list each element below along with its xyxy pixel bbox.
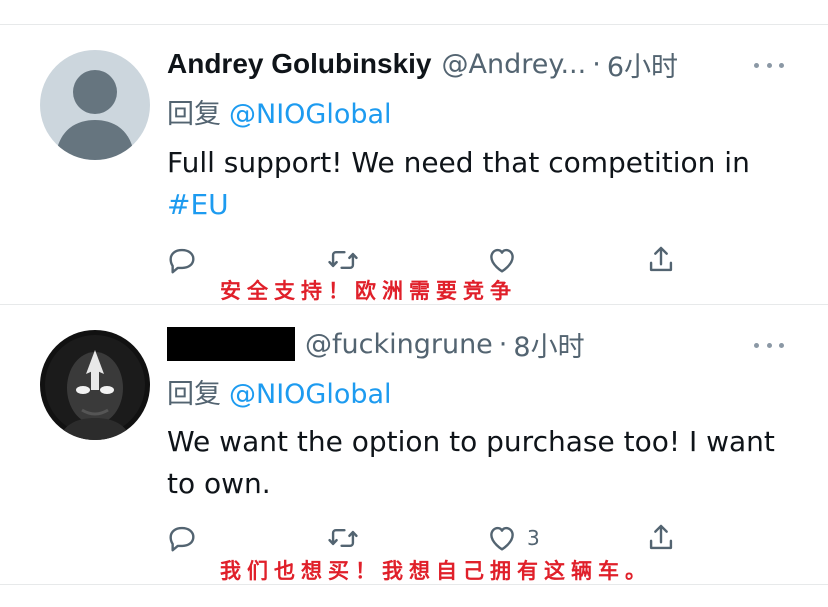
- reply-prefix: 回复: [167, 99, 221, 130]
- top-divider: [0, 24, 828, 25]
- share-icon: [649, 246, 673, 272]
- hashtag-link[interactable]: #EU: [167, 188, 229, 221]
- tweet-body-text: We want the option to purchase too! I wa…: [167, 425, 775, 500]
- reply-mention[interactable]: @NIOGlobal: [229, 379, 392, 410]
- reply-button[interactable]: [165, 240, 199, 280]
- tweet-divider: [0, 304, 828, 305]
- timestamp[interactable]: 8小时: [513, 325, 584, 364]
- reply-button[interactable]: [165, 518, 199, 558]
- retweet-button[interactable]: [326, 518, 360, 558]
- share-button[interactable]: [644, 518, 678, 558]
- reply-thread: Andrey Golubinskiy @Andrey... · 6小时 回复 @N…: [0, 0, 828, 607]
- heart-icon: [490, 526, 514, 551]
- display-name[interactable]: Andrey Golubinskiy: [167, 48, 432, 80]
- more-icon[interactable]: [754, 60, 784, 70]
- bottom-divider: [0, 584, 828, 585]
- user-handle[interactable]: @Andrey...: [442, 49, 587, 80]
- caption-overlay: 安全支持！欧洲需要竞争: [220, 279, 517, 303]
- profile-avatar[interactable]: [40, 330, 150, 440]
- default-avatar[interactable]: [40, 50, 150, 160]
- tweet-text: We want the option to purchase too! I wa…: [167, 421, 792, 505]
- action-bar: 3: [0, 518, 828, 558]
- tweet-text: Full support! We need that competition i…: [167, 142, 797, 226]
- tweet-header: Andrey Golubinskiy @Andrey... · 6小时: [167, 45, 678, 84]
- user-handle[interactable]: @fuckingrune: [305, 329, 493, 360]
- reply-context: 回复 @NIOGlobal: [167, 92, 392, 131]
- retweet-icon: [328, 529, 358, 547]
- redacted-name: [167, 327, 295, 361]
- comment-icon: [169, 526, 195, 552]
- reply-prefix: 回复: [167, 379, 221, 410]
- reply-mention[interactable]: @NIOGlobal: [229, 99, 392, 130]
- tweet-header: @fuckingrune · 8小时: [167, 325, 585, 364]
- separator-dot: ·: [592, 48, 601, 80]
- comment-icon: [169, 248, 195, 274]
- action-bar: [0, 240, 828, 280]
- timestamp[interactable]: 6小时: [607, 45, 678, 84]
- share-icon: [649, 524, 673, 550]
- like-count: 3: [527, 526, 540, 550]
- share-button[interactable]: [644, 240, 678, 280]
- retweet-icon: [328, 251, 358, 269]
- like-button[interactable]: [485, 240, 527, 280]
- separator-dot: ·: [498, 328, 508, 360]
- reply-context: 回复 @NIOGlobal: [167, 372, 392, 411]
- more-icon[interactable]: [754, 340, 784, 350]
- like-button[interactable]: 3: [485, 518, 540, 558]
- caption-overlay: 我们也想买！我想自己拥有这辆车。: [220, 559, 652, 583]
- retweet-button[interactable]: [326, 240, 360, 280]
- tweet-body-text: Full support! We need that competition i…: [167, 146, 750, 179]
- heart-icon: [490, 248, 514, 273]
